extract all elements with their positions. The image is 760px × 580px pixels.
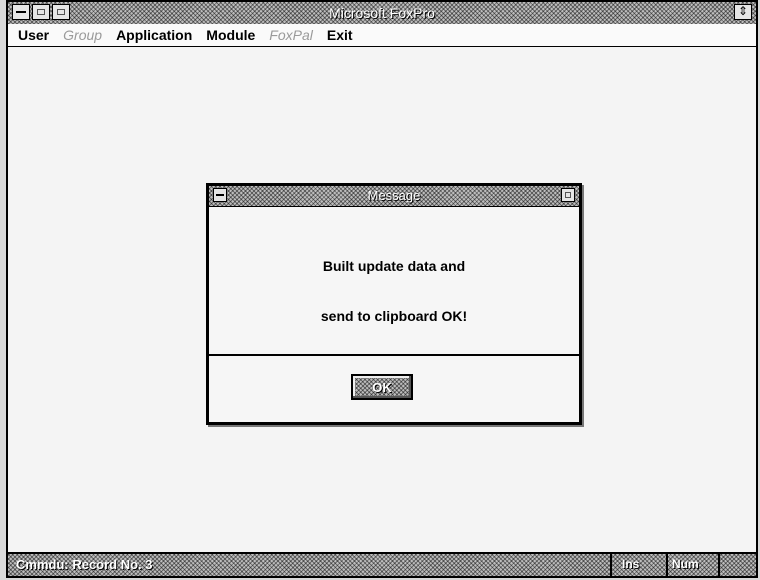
restore-icon[interactable] xyxy=(734,4,752,20)
dialog-title-bar[interactable]: Message xyxy=(209,186,579,207)
dialog-title: Message xyxy=(367,188,421,203)
menu-foxpal[interactable]: FoxPal xyxy=(269,27,313,43)
ok-button[interactable]: OK xyxy=(351,374,413,400)
status-divider xyxy=(718,554,720,576)
message-line-1: Built update data and xyxy=(322,258,466,274)
dialog-divider xyxy=(209,354,579,356)
title-bar[interactable]: Microsoft FoxPro xyxy=(8,2,756,26)
menu-application[interactable]: Application xyxy=(116,27,192,43)
status-ins-indicator: Ins xyxy=(622,557,640,571)
message-line-2: send to clipboard OK! xyxy=(320,308,468,324)
message-dialog: Message Built update data and send to cl… xyxy=(206,183,582,425)
menu-exit[interactable]: Exit xyxy=(327,27,353,43)
status-divider xyxy=(610,554,612,576)
menu-group[interactable]: Group xyxy=(63,27,102,43)
status-bar: Cmmdu: Record No. 3 Ins Num xyxy=(8,552,756,576)
menu-module[interactable]: Module xyxy=(206,27,255,43)
foxpro-main-window: Microsoft FoxPro User Group Application … xyxy=(6,0,758,578)
menu-bar: User Group Application Module FoxPal Exi… xyxy=(8,24,756,47)
dialog-maximize-icon[interactable] xyxy=(561,188,575,202)
status-num-indicator: Num xyxy=(672,557,699,571)
window-title: Microsoft FoxPro xyxy=(329,5,435,21)
status-divider xyxy=(666,554,668,576)
workspace: Message Built update data and send to cl… xyxy=(8,47,756,554)
status-text: Cmmdu: Record No. 3 xyxy=(16,557,153,572)
menu-user[interactable]: User xyxy=(18,27,49,43)
